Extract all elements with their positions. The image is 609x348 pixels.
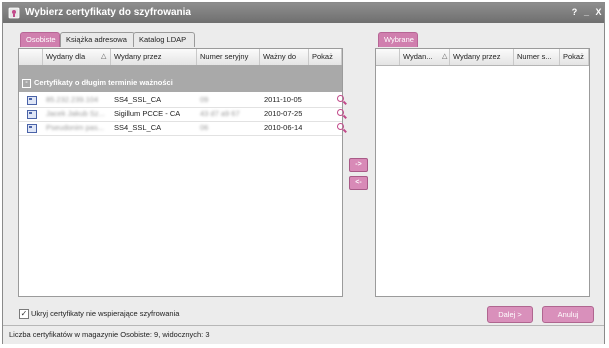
magnifier-icon[interactable] [337,109,344,116]
tab-ksiazka-adresowa[interactable]: Książka adresowa [60,32,135,47]
selected-certificates-panel[interactable]: Wydan... △ Wydany przez Numer s... Pokaż [375,48,590,297]
remove-selected-button[interactable]: <- [349,176,368,190]
column-header-wydany-dla[interactable]: Wydany dla △ [43,49,111,65]
minimize-button[interactable]: _ [581,7,592,18]
group-header[interactable]: - Certyfikaty o długim terminie ważności [19,65,342,92]
sort-asc-icon: △ [442,53,448,60]
cell-wydany-przez: Sigillum PCCE - CA [114,109,181,118]
cell-numer-seryjny: 06 [200,123,209,132]
table-header: Wydan... △ Wydany przez Numer s... Pokaż [376,49,589,66]
cell-wydany-dla: Jacek Jakub Sz... [46,109,105,118]
column-header-icon [19,49,43,65]
close-button[interactable]: X [593,7,604,18]
cell-wydany-dla: 85.232.239.104 [46,95,99,104]
certificate-app-icon [8,7,20,19]
cell-wydany-dla: Pseudonim pas... [46,123,104,132]
dialog-window: Wybierz certyfikaty do szyfrowania ? _ X… [2,2,605,344]
tab-katalog-ldap[interactable]: Katalog LDAP [133,32,195,47]
column-header-wazny-do[interactable]: Ważny do [260,49,309,65]
column-header-wydany-przez[interactable]: Wydany przez [111,49,197,65]
cell-wazny-do: 2010-06-14 [264,123,303,132]
column-header-wydany-przez[interactable]: Wydany przez [450,49,514,65]
help-button[interactable]: ? [569,7,580,18]
table-row[interactable]: Pseudonim pas... SS4_SSL_CA 06 2010-06-1… [19,121,344,136]
certificate-icon [27,124,37,133]
table-row[interactable]: Jacek Jakub Sz... Sigillum PCCE - CA 43 … [19,107,344,122]
column-header-pokaz[interactable]: Pokaż [560,49,589,65]
magnifier-icon[interactable] [337,123,344,130]
column-header-pokaz[interactable]: Pokaż [309,49,342,65]
certificate-icon [27,110,37,119]
cell-wydany-przez: SS4_SSL_CA [114,123,162,132]
hide-unsupported-checkbox[interactable]: ✓ [19,309,29,319]
column-header-icon [376,49,400,65]
certificate-icon [27,96,37,105]
tab-wybrane[interactable]: Wybrane [378,32,418,47]
cell-numer-seryjny: 43 d7 a9 67 [200,109,240,118]
cell-wazny-do: 2011-10-05 [264,95,302,104]
column-header-wydany-dla[interactable]: Wydan... △ [400,49,450,65]
window-title: Wybierz certyfikaty do szyfrowania [25,7,191,18]
cell-numer-seryjny: 09 [200,95,209,104]
magnifier-icon[interactable] [337,95,344,102]
add-selected-button[interactable]: -> [349,158,368,172]
column-header-numer-seryjny[interactable]: Numer seryjny [197,49,260,65]
status-bar: Liczba certyfikatów w magazynie Osobiste… [3,325,604,344]
cell-wydany-przez: SS4_SSL_CA [114,95,162,104]
tab-osobiste[interactable]: Osobiste [20,32,60,47]
cell-wazny-do: 2010-07-25 [264,109,303,118]
sort-asc-icon: △ [101,53,107,60]
status-text: Liczba certyfikatów w magazynie Osobiste… [9,330,210,339]
table-header: Wydany dla △ Wydany przez Numer seryjny … [19,49,342,66]
next-button[interactable]: Dalej > [487,306,533,323]
collapse-icon[interactable]: - [22,78,31,88]
group-label: Certyfikaty o długim terminie ważności [34,78,173,87]
certificates-list-panel[interactable]: Wydany dla △ Wydany przez Numer seryjny … [18,48,344,297]
hide-unsupported-label: Ukryj certyfikaty nie wspierające szyfro… [31,309,180,318]
column-header-numer-seryjny[interactable]: Numer s... [514,49,560,65]
table-row[interactable]: 85.232.239.104 SS4_SSL_CA 09 2011-10-05 [19,93,344,108]
title-bar[interactable]: Wybierz certyfikaty do szyfrowania ? _ X [3,3,604,23]
cancel-button[interactable]: Anuluj [542,306,594,323]
